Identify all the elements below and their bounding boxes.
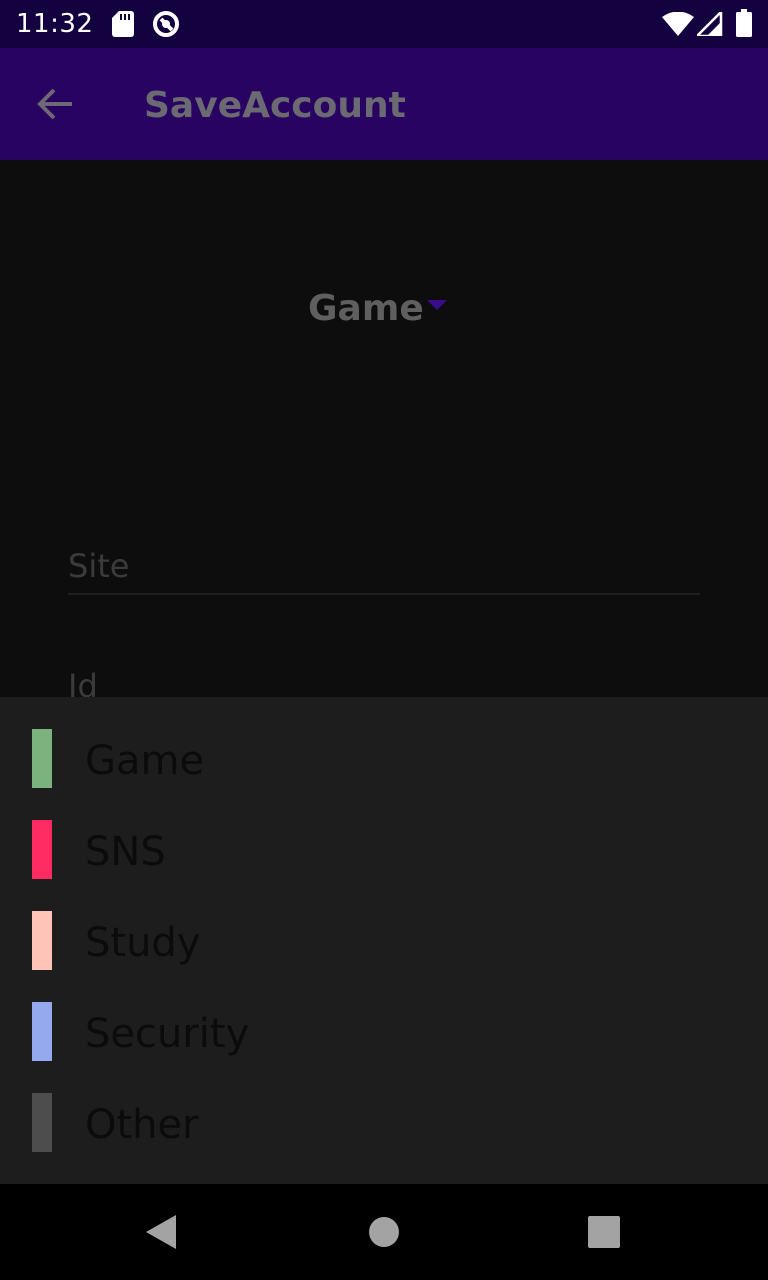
- dropdown-item-label: Game: [85, 738, 205, 784]
- sd-card-icon: [112, 11, 134, 37]
- nav-recents-icon[interactable]: [588, 1216, 620, 1248]
- signal-icon: [697, 12, 723, 36]
- battery-icon: [736, 9, 752, 37]
- color-swatch: [32, 729, 52, 788]
- color-swatch: [32, 820, 52, 879]
- dropdown-item-other[interactable]: Other: [0, 1061, 768, 1152]
- color-swatch: [32, 911, 52, 970]
- nav-home-icon[interactable]: [368, 1216, 400, 1248]
- dropdown-item-security[interactable]: Security: [0, 970, 768, 1061]
- arrow-back-icon[interactable]: [36, 86, 76, 122]
- dropdown-arrow-icon: [427, 300, 447, 310]
- dropdown-item-label: Other: [85, 1102, 199, 1148]
- color-swatch: [32, 1093, 52, 1152]
- site-input[interactable]: Site: [68, 546, 129, 586]
- dropdown-item-label: Security: [85, 1011, 250, 1057]
- form-content: Game Site Id: [0, 160, 768, 705]
- category-spinner-label: Game: [308, 288, 424, 329]
- dropdown-item-label: SNS: [85, 829, 166, 875]
- navigation-bar: [0, 1184, 768, 1280]
- color-swatch: [32, 1002, 52, 1061]
- dropdown-item-study[interactable]: Study: [0, 879, 768, 970]
- dropdown-item-label: Study: [85, 920, 201, 966]
- app-title: SaveAccount: [144, 85, 406, 126]
- wifi-icon: [662, 12, 694, 36]
- category-dropdown-list: Game SNS Study Security Other: [0, 697, 768, 1184]
- status-time: 11:32: [16, 9, 94, 39]
- dropdown-item-sns[interactable]: SNS: [0, 788, 768, 879]
- site-input-underline: [68, 593, 700, 595]
- vpn-key-icon: [153, 11, 179, 37]
- status-bar: 11:32: [0, 0, 768, 48]
- app-bar: SaveAccount: [0, 48, 768, 160]
- nav-back-icon[interactable]: [146, 1215, 178, 1249]
- dropdown-item-game[interactable]: Game: [0, 697, 768, 788]
